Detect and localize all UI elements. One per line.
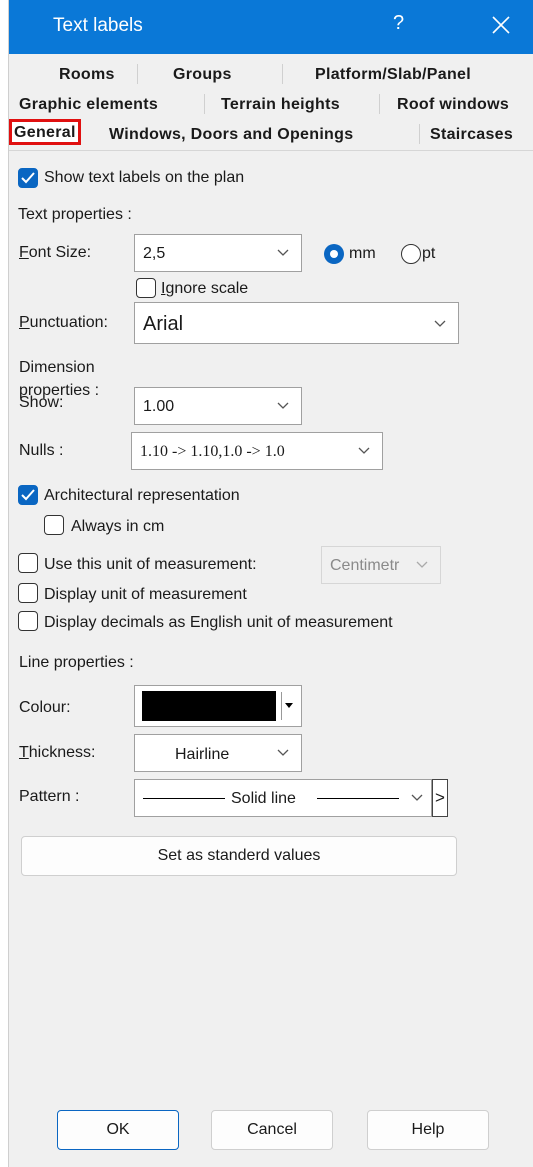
ignore-scale-label-rest: gnore scale xyxy=(165,280,249,297)
display-decimals-checkbox[interactable] xyxy=(18,611,38,631)
use-unit-label: Use this unit of measurement: xyxy=(44,556,257,573)
checkmark-icon xyxy=(21,489,35,501)
tab-general[interactable]: General xyxy=(9,119,81,145)
colour-swatch xyxy=(142,691,276,721)
tab-staircases[interactable]: Staircases xyxy=(430,126,513,144)
chevron-down-icon xyxy=(277,749,289,756)
tab-strip: Rooms Groups Platform/Slab/Panel Graphic… xyxy=(9,54,533,152)
font-size-label: Font Size: xyxy=(19,244,92,261)
pattern-more-button[interactable]: > xyxy=(432,779,448,817)
show-value: 1.00 xyxy=(143,398,175,415)
architectural-checkbox[interactable] xyxy=(18,485,38,505)
text-properties-heading: Text properties : xyxy=(18,206,132,223)
punctuation-label-rest: unctuation: xyxy=(29,314,108,331)
chevron-down-icon xyxy=(277,249,289,256)
show-label: Show: xyxy=(19,394,64,411)
title-bar: Text labels ? xyxy=(9,0,533,54)
thickness-label: Thickness: xyxy=(19,744,96,761)
ignore-scale-label: Ignore scale xyxy=(161,280,249,297)
punctuation-value: Arial xyxy=(143,313,184,335)
display-decimals-label: Display decimals as English unit of meas… xyxy=(44,614,393,631)
display-unit-label: Display unit of measurement xyxy=(44,586,247,603)
nulls-label: Nulls : xyxy=(19,442,64,459)
always-cm-label: Always in cm xyxy=(71,518,165,535)
font-size-value: 2,5 xyxy=(143,245,166,262)
chevron-down-icon xyxy=(277,402,289,409)
tab-groups[interactable]: Groups xyxy=(173,66,232,84)
pattern-combo[interactable]: Solid line xyxy=(134,779,432,817)
thickness-label-rest: hickness: xyxy=(28,744,96,761)
chevron-right-icon: > xyxy=(435,788,445,807)
tab-platform-slab-panel[interactable]: Platform/Slab/Panel xyxy=(315,66,471,84)
nulls-combo[interactable]: 1.10 -> 1.10,1.0 -> 1.0 xyxy=(131,432,383,470)
general-panel: Show text labels on the plan Text proper… xyxy=(9,152,533,1162)
punctuation-combo[interactable]: Arial xyxy=(134,302,459,344)
chevron-down-icon xyxy=(358,447,370,454)
ignore-scale-checkbox[interactable] xyxy=(136,278,156,298)
help-icon[interactable]: ? xyxy=(393,12,404,35)
tab-terrain-heights[interactable]: Terrain heights xyxy=(221,96,340,114)
tab-rooms[interactable]: Rooms xyxy=(59,66,115,84)
unit-mm-label: mm xyxy=(349,245,376,262)
line-properties-heading: Line properties : xyxy=(19,654,134,671)
close-icon xyxy=(492,16,510,34)
colour-picker[interactable] xyxy=(134,685,302,727)
thickness-value: Hairline xyxy=(175,746,230,763)
pattern-line-left xyxy=(143,798,225,799)
dialog-title: Text labels xyxy=(53,15,143,36)
architectural-label: Architectural representation xyxy=(44,487,240,504)
show-labels-checkbox[interactable] xyxy=(18,168,38,188)
font-size-combo[interactable]: 2,5 xyxy=(134,234,302,272)
tab-roof-windows[interactable]: Roof windows xyxy=(397,96,509,114)
punctuation-label: Punctuation: xyxy=(19,314,108,331)
chevron-down-icon xyxy=(416,561,428,568)
unit-pt-radio[interactable] xyxy=(401,244,421,264)
cancel-button[interactable]: Cancel xyxy=(211,1110,333,1150)
close-button[interactable] xyxy=(479,6,523,46)
always-cm-checkbox[interactable] xyxy=(44,515,64,535)
unit-pt-label: pt xyxy=(422,245,436,262)
ok-button[interactable]: OK xyxy=(57,1110,179,1150)
colour-dropdown-divider xyxy=(281,692,282,720)
unit-mm-radio[interactable] xyxy=(324,244,344,264)
colour-label: Colour: xyxy=(19,699,71,716)
tab-windows-doors-openings[interactable]: Windows, Doors and Openings xyxy=(109,126,353,144)
pattern-label: Pattern : xyxy=(19,788,80,805)
use-unit-checkbox[interactable] xyxy=(18,553,38,573)
pattern-line-right xyxy=(317,798,399,799)
show-labels-label: Show text labels on the plan xyxy=(44,169,245,186)
pattern-value: Solid line xyxy=(231,790,296,807)
show-combo[interactable]: 1.00 xyxy=(134,387,302,425)
thickness-combo[interactable]: Hairline xyxy=(134,734,302,772)
help-button[interactable]: Help xyxy=(367,1110,489,1150)
chevron-down-icon xyxy=(434,320,446,327)
nulls-value: 1.10 -> 1.10,1.0 -> 1.0 xyxy=(140,443,285,460)
display-unit-checkbox[interactable] xyxy=(18,583,38,603)
chevron-down-icon xyxy=(411,794,423,801)
dropdown-arrow-icon xyxy=(285,703,293,708)
tab-graphic-elements[interactable]: Graphic elements xyxy=(19,96,158,114)
set-default-values-button[interactable]: Set as standerd values xyxy=(21,836,457,876)
font-size-label-rest: ont Size: xyxy=(28,244,92,261)
checkmark-icon xyxy=(21,172,35,184)
dialog-footer: OK Cancel Help xyxy=(9,1110,533,1167)
unit-select-value: Centimetr xyxy=(330,557,400,574)
dimension-heading-line1: Dimension xyxy=(19,359,95,376)
unit-select-combo[interactable]: Centimetr xyxy=(321,546,441,584)
text-labels-dialog: Text labels ? Rooms Groups Platform/Slab… xyxy=(8,0,533,1167)
